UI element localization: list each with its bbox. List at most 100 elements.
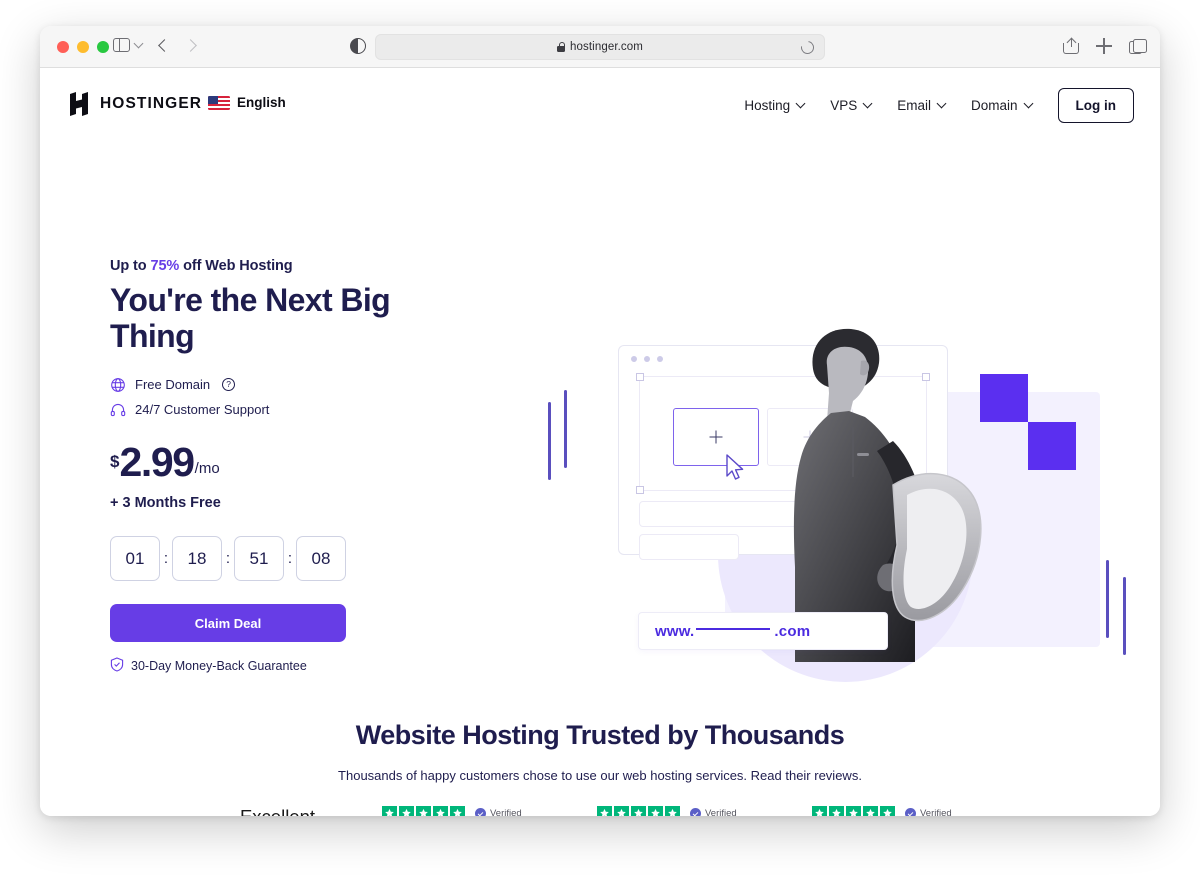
navigation-arrows bbox=[158, 37, 197, 52]
verified-badge: Verified bbox=[475, 808, 522, 816]
reviews-row: Excellent bbox=[40, 806, 1160, 816]
perk-free-domain: Free Domain ? bbox=[110, 377, 490, 393]
sidebar-icon bbox=[113, 38, 130, 52]
timer-separator: : bbox=[163, 550, 169, 568]
claim-deal-button[interactable]: Claim Deal bbox=[110, 604, 346, 643]
decor-square-2 bbox=[1028, 422, 1076, 470]
decor-line-right-2 bbox=[1123, 577, 1126, 655]
countdown-seconds: 08 bbox=[296, 536, 346, 582]
domain-blank bbox=[696, 628, 771, 630]
chevron-down-icon bbox=[1023, 98, 1033, 109]
back-arrow-icon[interactable] bbox=[158, 39, 171, 52]
money-back-guarantee: 30-Day Money-Back Guarantee bbox=[110, 657, 490, 675]
review-card: Verified Account Recovery bbox=[365, 806, 580, 816]
price-amount: 2.99 bbox=[119, 438, 195, 485]
bonus-months: + 3 Months Free bbox=[110, 495, 221, 512]
nav-item-email[interactable]: Email bbox=[897, 98, 947, 113]
timer-separator: : bbox=[225, 550, 231, 568]
review-card: Verified Fast service bbox=[580, 806, 795, 816]
hostinger-logo-icon bbox=[68, 92, 90, 116]
hero-illustration: www. .com bbox=[540, 292, 1140, 712]
share-icon[interactable] bbox=[1063, 38, 1079, 54]
verified-label: Verified bbox=[920, 808, 952, 816]
star-icon bbox=[665, 806, 680, 816]
currency-symbol: $ bbox=[110, 452, 120, 472]
countdown-timer: 01 : 18 : 51 : 08 bbox=[110, 536, 490, 582]
trust-subheading: Thousands of happy customers chose to us… bbox=[338, 768, 862, 783]
verified-check-icon bbox=[690, 808, 701, 816]
language-selector[interactable]: English bbox=[208, 95, 286, 110]
tab-overview-icon[interactable] bbox=[1129, 38, 1147, 54]
review-stars: Verified bbox=[382, 806, 580, 816]
resize-handle-bl[interactable] bbox=[636, 486, 644, 494]
close-window-button[interactable] bbox=[57, 41, 69, 53]
help-icon[interactable]: ? bbox=[222, 378, 236, 392]
nav-item-hosting[interactable]: Hosting bbox=[744, 98, 806, 113]
browser-window: hostinger.com HOSTINGER English Hosting … bbox=[40, 26, 1160, 816]
star-icon bbox=[450, 806, 465, 816]
star-icon bbox=[863, 806, 878, 816]
perk-support: 24/7 Customer Support bbox=[110, 402, 490, 418]
nav-item-domain[interactable]: Domain bbox=[970, 98, 1033, 113]
forward-arrow-icon[interactable] bbox=[184, 39, 197, 52]
cursor-icon bbox=[726, 454, 744, 480]
chevron-down-icon bbox=[936, 98, 947, 109]
brand-logo[interactable]: HOSTINGER bbox=[68, 92, 202, 116]
star-icon bbox=[648, 806, 663, 816]
domain-search-card[interactable]: www. .com bbox=[638, 612, 888, 650]
language-label: English bbox=[237, 95, 286, 110]
plus-icon bbox=[709, 430, 723, 444]
review-stars: Verified bbox=[597, 806, 795, 816]
lock-icon bbox=[557, 42, 566, 52]
reader-mode-icon[interactable] bbox=[350, 38, 366, 54]
us-flag-icon bbox=[208, 95, 230, 110]
toolbar-actions bbox=[1063, 38, 1147, 54]
main-navigation: Hosting VPS Email Domain Log in bbox=[744, 88, 1134, 123]
nav-label: Hosting bbox=[744, 98, 791, 113]
hero-section: Up to 75% off Web Hosting You're the Nex… bbox=[40, 142, 1160, 702]
browser-toolbar: hostinger.com bbox=[40, 26, 1160, 68]
verified-badge: Verified bbox=[905, 808, 952, 816]
star-icon bbox=[846, 806, 861, 816]
hero-perks: Free Domain ? 24/7 Customer Support bbox=[110, 377, 490, 418]
countdown-minutes: 51 bbox=[234, 536, 284, 582]
star-icon bbox=[829, 806, 844, 816]
verified-check-icon bbox=[905, 808, 916, 816]
hero-title: You're the Next Big Thing bbox=[110, 282, 391, 354]
verified-label: Verified bbox=[705, 808, 737, 816]
decor-line-left-2 bbox=[564, 390, 567, 468]
star-icon bbox=[614, 806, 629, 816]
hero-eyebrow: Up to 75% off Web Hosting bbox=[110, 258, 490, 274]
plus-icon[interactable] bbox=[1096, 38, 1112, 54]
maximize-window-button[interactable] bbox=[97, 41, 109, 53]
surfer-photo bbox=[793, 328, 982, 662]
sidebar-toggle-button[interactable] bbox=[113, 38, 144, 52]
login-button[interactable]: Log in bbox=[1057, 88, 1134, 123]
chevron-down-icon bbox=[862, 98, 873, 109]
star-icon bbox=[812, 806, 827, 816]
decor-line-right-1 bbox=[1106, 560, 1109, 638]
verified-check-icon bbox=[475, 808, 486, 816]
resize-handle-tl[interactable] bbox=[636, 373, 644, 381]
nav-label: VPS bbox=[830, 98, 858, 113]
nav-item-vps[interactable]: VPS bbox=[830, 98, 873, 113]
eyebrow-post: off Web Hosting bbox=[179, 258, 293, 274]
perk-label: 24/7 Customer Support bbox=[135, 402, 270, 418]
url-text: hostinger.com bbox=[570, 41, 643, 53]
mockup-window-dots bbox=[631, 356, 663, 362]
minimize-window-button[interactable] bbox=[77, 41, 89, 53]
review-stars: Verified bbox=[812, 806, 1010, 816]
star-icon bbox=[382, 806, 397, 816]
nav-label: Domain bbox=[970, 98, 1018, 113]
trustpilot-score: Excellent bbox=[190, 806, 365, 816]
eyebrow-pre: Up to bbox=[110, 258, 151, 274]
star-icon bbox=[597, 806, 612, 816]
chevron-down-icon bbox=[133, 38, 144, 49]
eyebrow-discount: 75% bbox=[150, 258, 180, 274]
address-bar[interactable]: hostinger.com bbox=[375, 34, 825, 60]
reload-icon[interactable] bbox=[798, 38, 817, 57]
price-block: $ 2.99 /mo bbox=[110, 438, 490, 485]
nav-label: Email bbox=[897, 98, 931, 113]
mockup-bar-small bbox=[639, 534, 739, 560]
perk-label: Free Domain bbox=[135, 377, 211, 393]
